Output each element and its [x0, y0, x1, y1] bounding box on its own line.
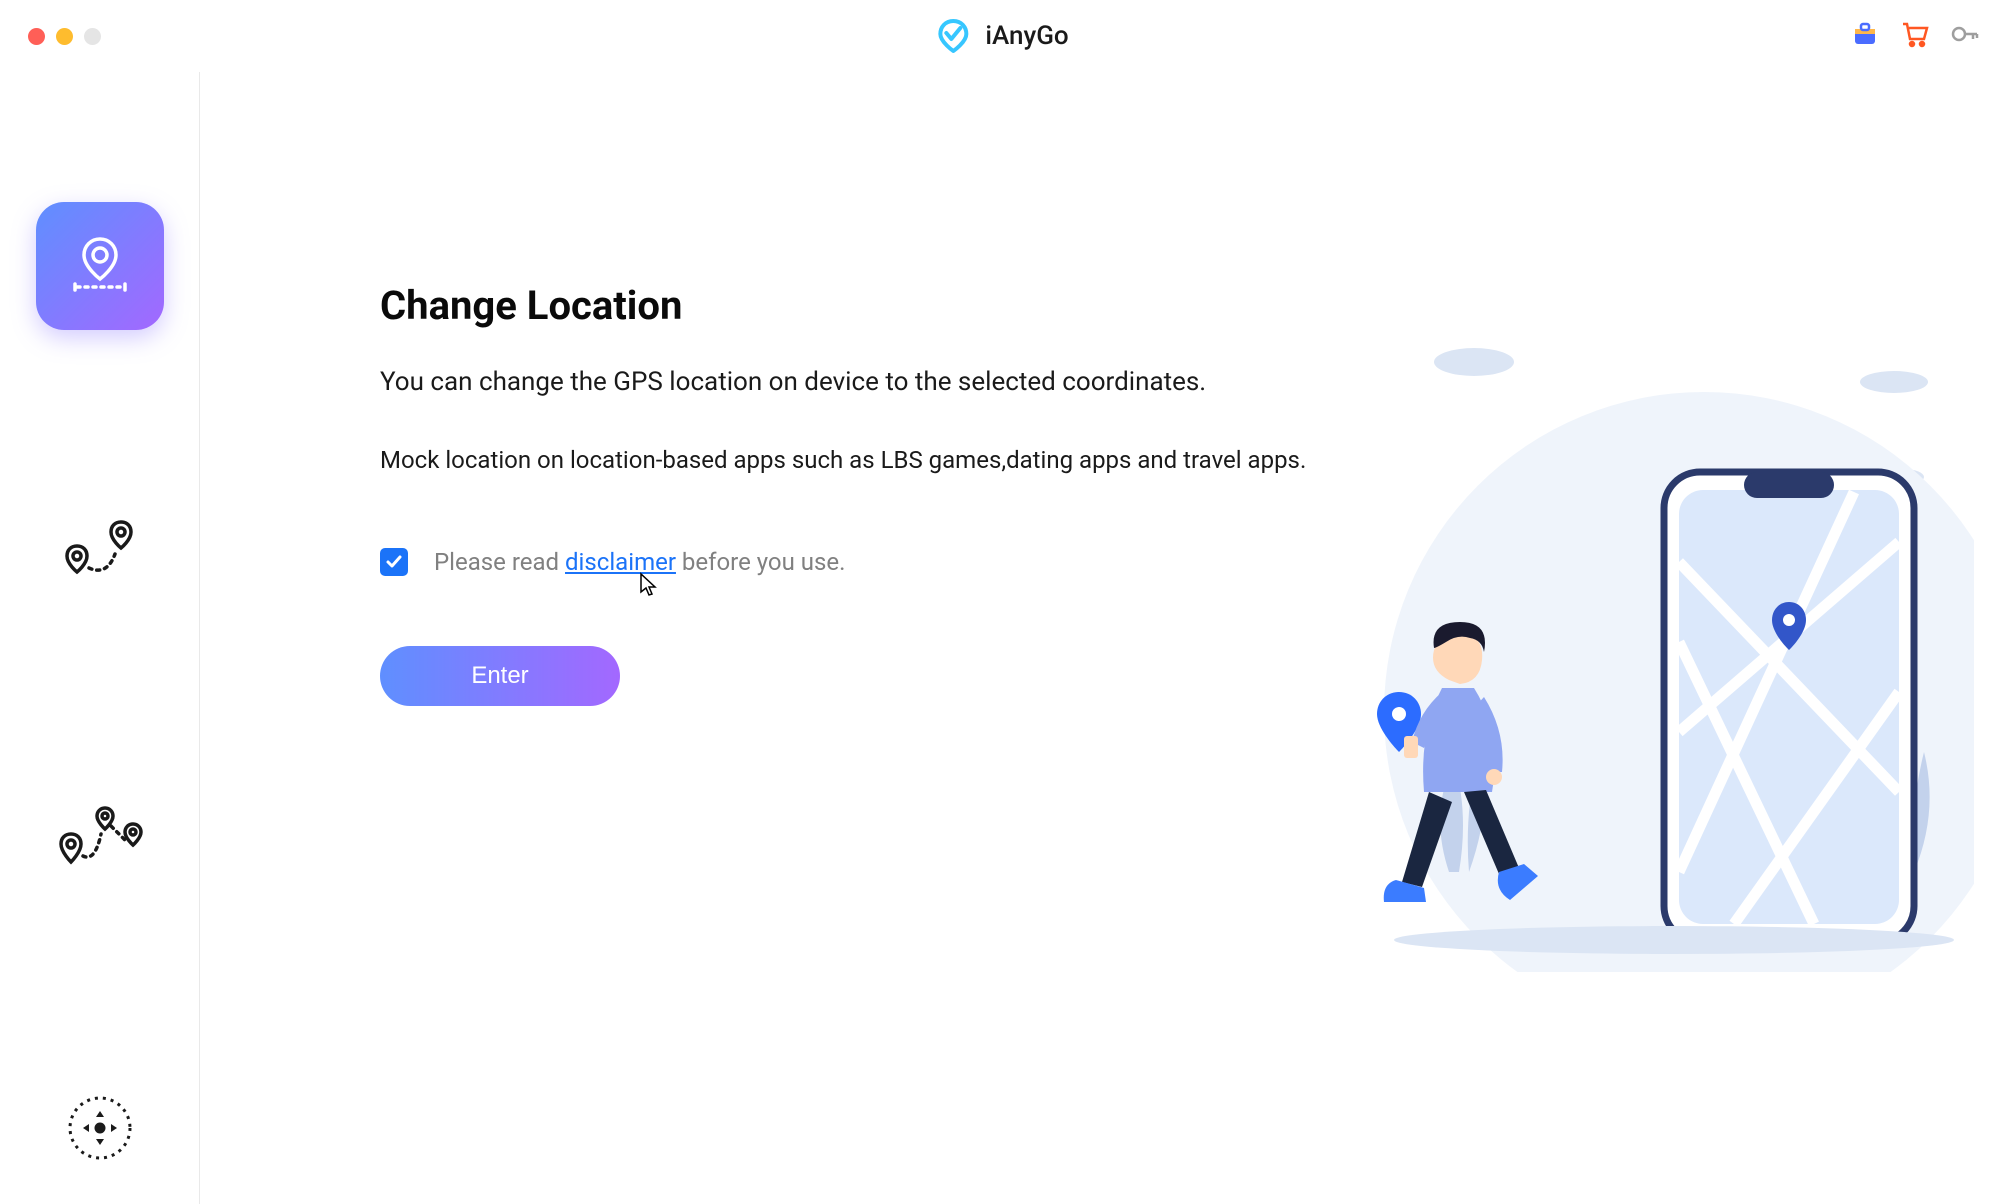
app-title-text: iAnyGo [985, 21, 1068, 51]
app-logo-icon [935, 18, 971, 54]
sidebar-item-multi-spot[interactable] [36, 778, 164, 906]
body: Change Location You can change the GPS l… [0, 72, 2004, 1204]
titlebar: iAnyGo [0, 0, 2004, 72]
page-title: Change Location [380, 282, 2004, 329]
sidebar [0, 72, 200, 1204]
sidebar-item-single-spot[interactable] [36, 490, 164, 618]
disclaimer-text: Please read disclaimer before you use. [434, 548, 845, 576]
disclaimer-suffix: before you use. [676, 548, 846, 576]
route-multi-icon [55, 804, 145, 880]
enter-button[interactable]: Enter [380, 646, 620, 706]
key-icon[interactable] [1950, 19, 1980, 53]
disclaimer-link[interactable]: disclaimer [565, 548, 676, 576]
illustration [1334, 312, 1974, 972]
traffic-lights [28, 28, 101, 45]
cart-icon[interactable] [1900, 19, 1930, 53]
disclaimer-row: Please read disclaimer before you use. [380, 548, 2004, 576]
page-description: Mock location on location-based apps suc… [380, 442, 1320, 478]
maximize-window-button[interactable] [84, 28, 101, 45]
bag-icon[interactable] [1850, 19, 1880, 53]
titlebar-actions [1850, 19, 1980, 53]
app-window: iAnyGo [0, 0, 2004, 1204]
sidebar-item-joystick[interactable] [36, 1066, 164, 1194]
disclaimer-prefix: Please read [434, 548, 565, 576]
main-content: Change Location You can change the GPS l… [200, 72, 2004, 1204]
app-title: iAnyGo [935, 18, 1068, 54]
sidebar-item-change-location[interactable] [36, 202, 164, 330]
disclaimer-checkbox[interactable] [380, 548, 408, 576]
route-single-icon [59, 516, 141, 592]
joystick-icon [61, 1089, 139, 1171]
minimize-window-button[interactable] [56, 28, 73, 45]
page-subtitle: You can change the GPS location on devic… [380, 365, 1320, 400]
location-pin-icon [61, 225, 139, 307]
close-window-button[interactable] [28, 28, 45, 45]
